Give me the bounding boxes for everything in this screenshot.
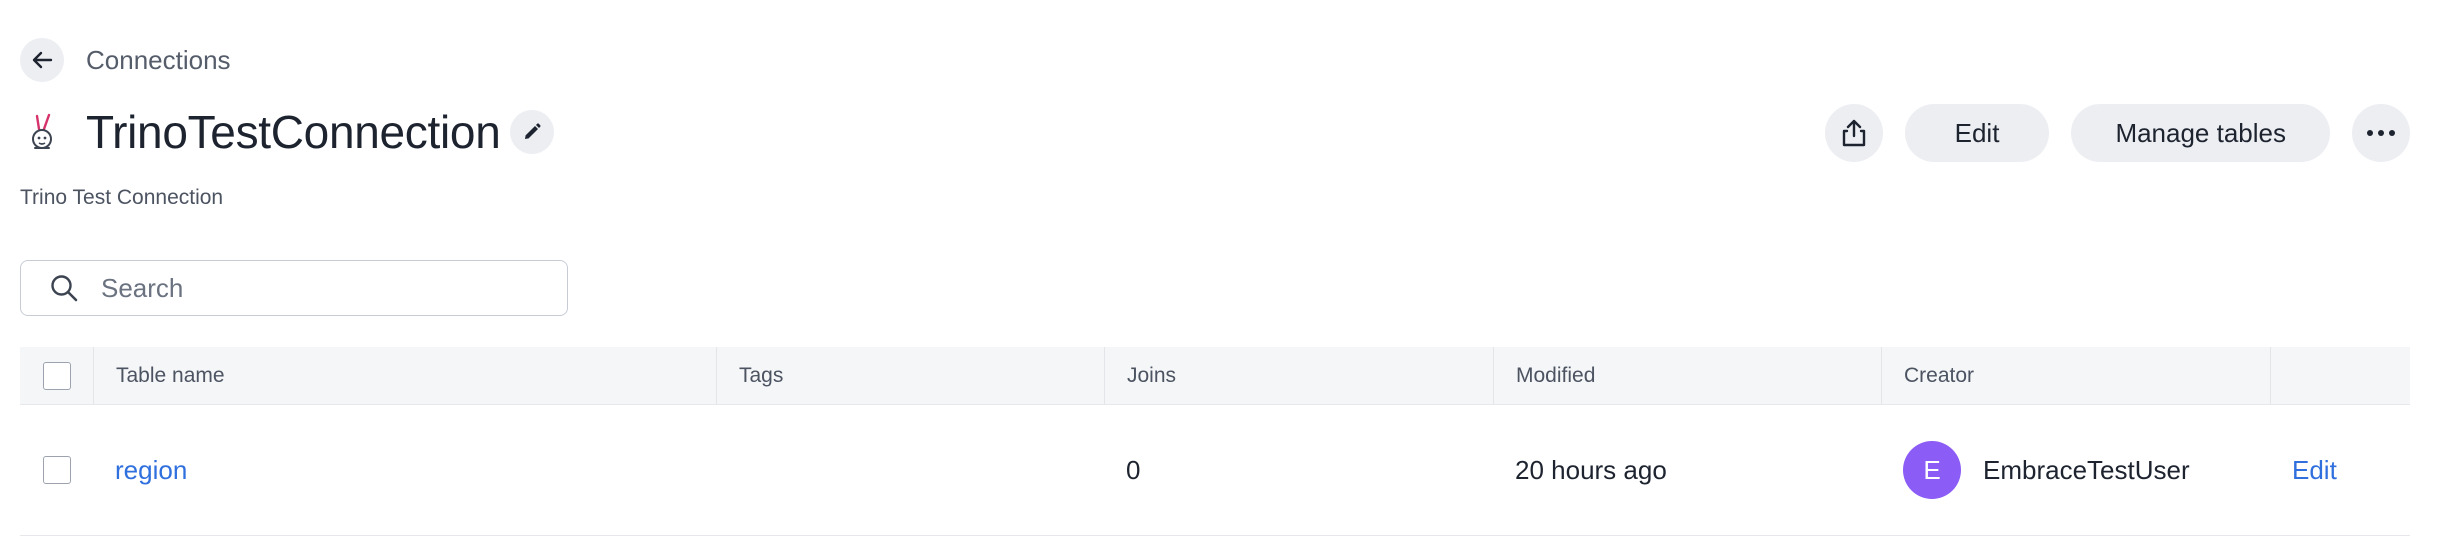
more-horizontal-icon: [2367, 130, 2395, 136]
trino-bunny-icon: [20, 110, 64, 154]
manage-tables-button[interactable]: Manage tables: [2071, 104, 2330, 162]
title-row: TrinoTestConnection: [20, 100, 555, 164]
column-header-tags[interactable]: Tags: [716, 347, 1104, 404]
column-header-joins[interactable]: Joins: [1104, 347, 1493, 404]
search-input[interactable]: [99, 271, 543, 305]
table-name-link[interactable]: region: [115, 455, 187, 486]
search-box: [20, 260, 568, 316]
select-all-checkbox[interactable]: [42, 361, 71, 390]
tables-table: Table name Tags Joins Modified Creator r…: [20, 347, 2410, 536]
edit-title-button[interactable]: [510, 110, 555, 154]
header-actions: Edit Manage tables: [1824, 104, 2410, 162]
back-button[interactable]: [20, 38, 64, 82]
page-title: TrinoTestConnection: [86, 106, 501, 158]
column-header-modified[interactable]: Modified: [1493, 347, 1881, 404]
connection-description: Trino Test Connection: [20, 186, 224, 209]
modified-cell: 20 hours ago: [1515, 454, 1667, 485]
table-header: Table name Tags Joins Modified Creator: [20, 347, 2410, 405]
avatar: E: [1903, 441, 1961, 499]
table-name-cell: region: [93, 405, 716, 535]
row-action-cell: Edit: [2270, 405, 2410, 535]
creator-name: EmbraceTestUser: [1983, 454, 2190, 485]
share-icon: [1842, 119, 1865, 147]
connection-detail-page: Connections TrinoTestConnection Trino Te…: [0, 0, 2438, 542]
more-options-button[interactable]: [2352, 104, 2410, 162]
search-icon: [49, 272, 81, 304]
row-edit-link[interactable]: Edit: [2292, 455, 2337, 486]
edit-button[interactable]: Edit: [1904, 104, 2050, 162]
row-checkbox[interactable]: [42, 456, 71, 484]
row-checkbox-cell: [20, 405, 93, 535]
column-header-creator[interactable]: Creator: [1881, 347, 2270, 404]
pencil-icon: [525, 123, 542, 139]
column-header-table-name[interactable]: Table name: [93, 347, 716, 404]
share-button[interactable]: [1824, 104, 1883, 162]
arrow-left-icon: [32, 51, 53, 69]
breadcrumb: Connections: [20, 38, 231, 82]
breadcrumb-connections-link[interactable]: Connections: [86, 45, 231, 76]
tags-cell: [716, 405, 1104, 535]
column-header-actions: [2270, 347, 2410, 404]
header-checkbox-cell: [20, 347, 93, 404]
table-row: region 0 20 hours ago E EmbraceTestUser …: [20, 405, 2410, 536]
joins-cell: 0: [1126, 454, 1141, 485]
creator-cell: E EmbraceTestUser: [1881, 405, 2270, 535]
